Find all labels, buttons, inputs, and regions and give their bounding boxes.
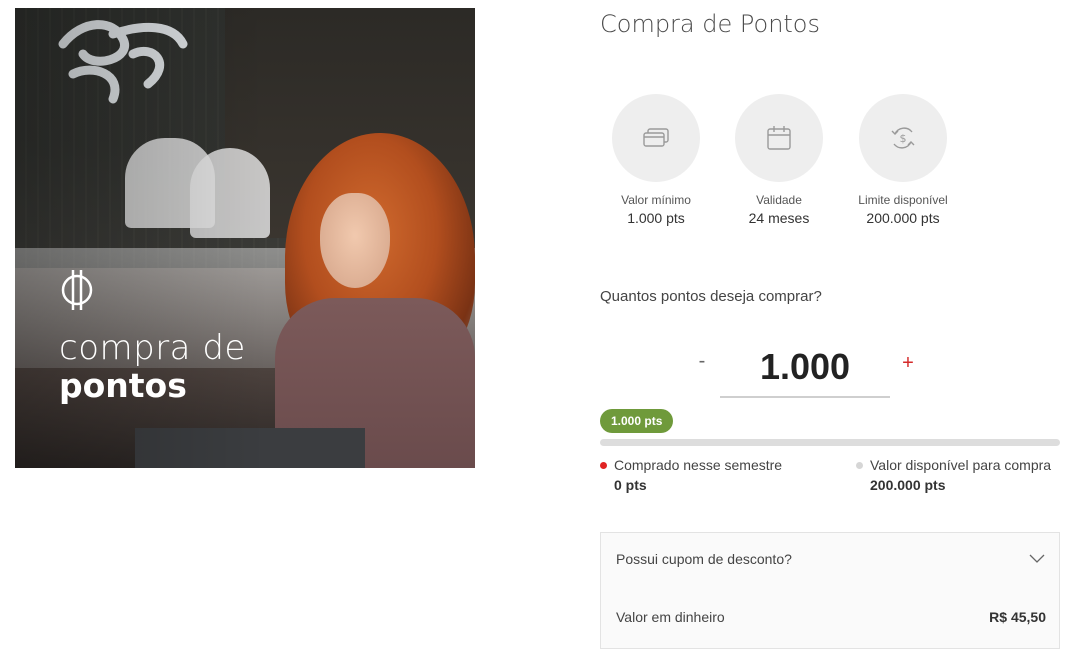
- points-question: Quantos pontos deseja comprar?: [600, 288, 822, 305]
- points-quantity-input[interactable]: [720, 338, 890, 398]
- info-label: Valor mínimo: [621, 193, 691, 207]
- legend-available: Valor disponível para compra 200.000 pts: [856, 457, 1051, 493]
- cash-value-row: Valor em dinheiro R$ 45,50: [616, 609, 1046, 625]
- cash-label: Valor em dinheiro: [616, 609, 725, 625]
- hero-image: compra de pontos: [15, 8, 475, 468]
- info-label: Validade: [756, 193, 802, 207]
- info-circle: $: [859, 94, 947, 182]
- coupon-label: Possui cupom de desconto?: [616, 551, 792, 567]
- hero-caption-line1: compra de: [59, 328, 246, 368]
- cash-amount: R$ 45,50: [989, 609, 1046, 625]
- info-card-minimum: Valor mínimo 1.000 pts: [596, 94, 716, 226]
- page-title: Compra de Pontos: [600, 10, 820, 38]
- calendar-icon: [767, 126, 791, 150]
- legend-label: Valor disponível para compra: [870, 457, 1052, 473]
- info-value: 24 meses: [748, 210, 810, 226]
- dollar-exchange-icon: $: [891, 127, 915, 149]
- legend-purchased: Comprado nesse semestre 0 pts: [600, 457, 782, 493]
- summary-card: Possui cupom de desconto? Valor em dinhe…: [600, 532, 1060, 649]
- info-circle: [612, 94, 700, 182]
- increase-button[interactable]: +: [896, 352, 920, 375]
- gray-dot-icon: [856, 461, 863, 469]
- info-label: Limite disponível: [858, 193, 948, 207]
- purchase-progress-bar: [600, 439, 1060, 446]
- red-dot-icon: [600, 461, 607, 469]
- legend-label: Comprado nesse semestre: [614, 457, 783, 473]
- chevron-down-icon[interactable]: [1029, 554, 1045, 564]
- selected-points-badge: 1.000 pts: [600, 409, 674, 433]
- hero-caption-line2: pontos: [59, 366, 187, 405]
- info-value: 200.000 pts: [866, 210, 940, 226]
- brand-logo-icon: [61, 270, 93, 310]
- info-circle: [735, 94, 823, 182]
- info-card-limit: $ Limite disponível 200.000 pts: [843, 94, 963, 226]
- cards-icon: [643, 128, 669, 147]
- coupon-accordion[interactable]: Possui cupom de desconto?: [601, 533, 1059, 585]
- info-value: 1.000 pts: [627, 210, 685, 226]
- legend-value: 0 pts: [614, 477, 647, 493]
- decrease-button[interactable]: -: [690, 350, 714, 373]
- info-card-validity: Validade 24 meses: [719, 94, 839, 226]
- legend-value: 200.000 pts: [870, 477, 946, 493]
- svg-text:$: $: [900, 132, 907, 145]
